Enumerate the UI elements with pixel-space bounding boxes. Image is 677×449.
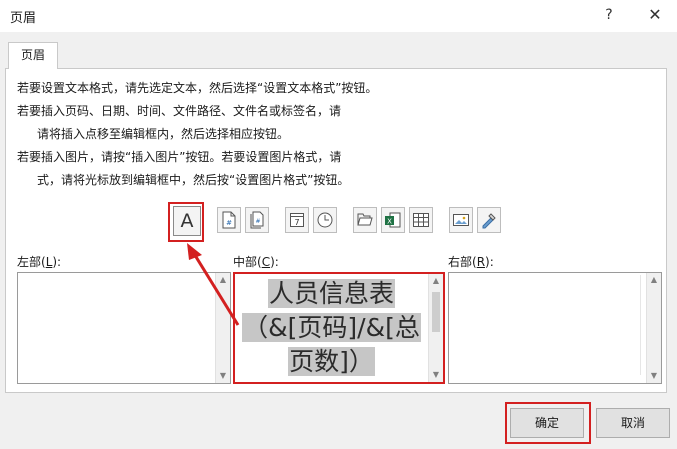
tab-header[interactable]: 页眉 bbox=[8, 42, 58, 69]
annotation-arrow bbox=[187, 243, 240, 326]
ok-button-highlight bbox=[505, 402, 591, 444]
cancel-button[interactable]: 取消 bbox=[596, 408, 670, 438]
